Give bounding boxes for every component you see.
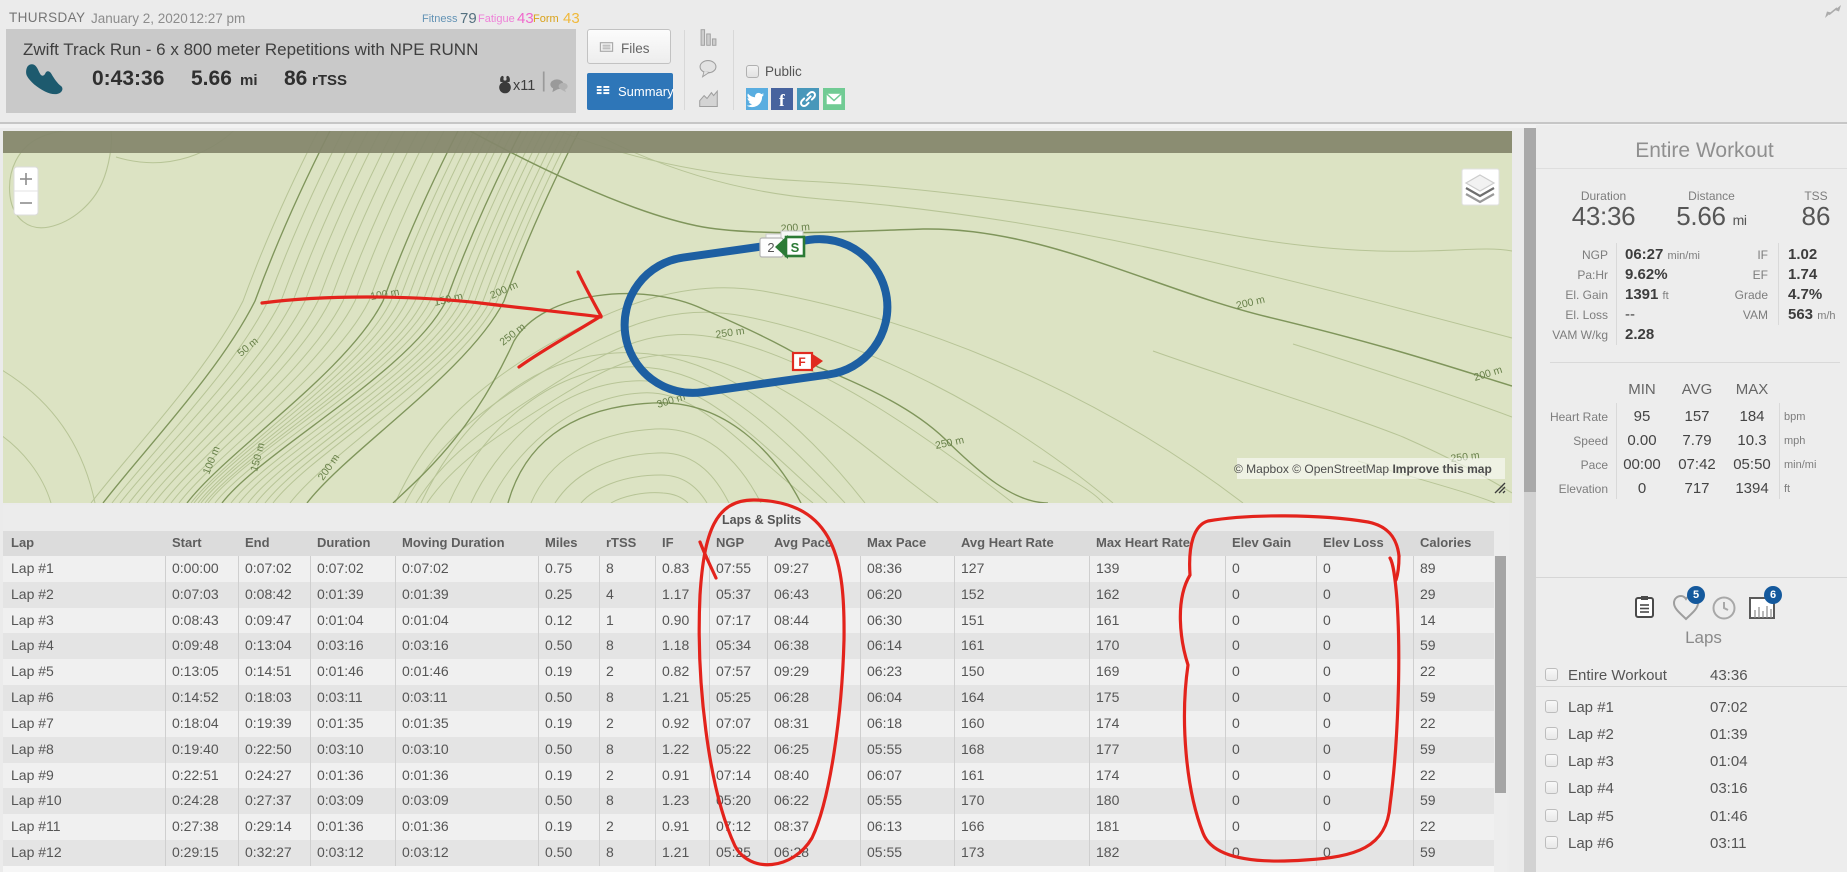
svg-text:F: F (798, 355, 805, 369)
svg-text:2: 2 (767, 240, 774, 255)
svg-text:© Mapbox © OpenStreetMap Impro: © Mapbox © OpenStreetMap Improve this ma… (1234, 462, 1492, 476)
svg-text:S: S (791, 240, 800, 255)
